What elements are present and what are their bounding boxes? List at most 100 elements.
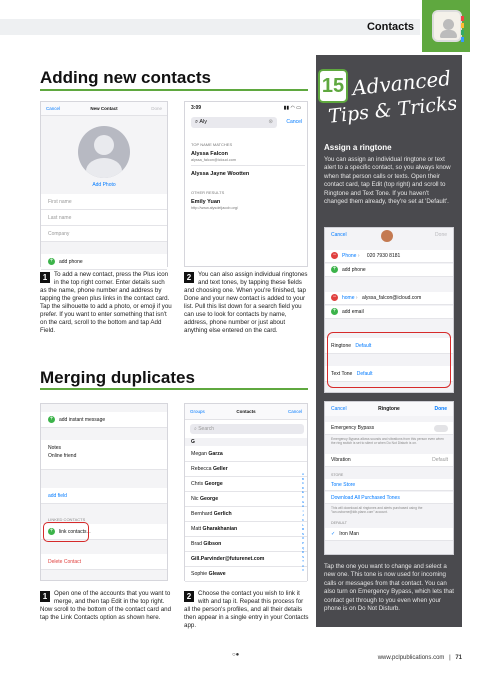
contact-row[interactable]: Matt Gharakhanian <box>185 522 307 537</box>
page-dots: ○● <box>232 652 240 658</box>
contact-last-name: George <box>199 496 219 502</box>
contact-avatar <box>381 230 393 242</box>
nav-bar: Cancel Ringtone Done <box>325 402 453 416</box>
footer-separator: | <box>449 655 451 661</box>
top-name-matches-label: TOP NAME MATCHES <box>191 142 233 147</box>
other1-sub: http://www.alysdeljacob.org/ <box>191 206 239 210</box>
step-number: 2 <box>184 272 194 283</box>
default-label: DEFAULT <box>331 521 347 525</box>
contact-row[interactable]: Brad Gibson <box>185 537 307 552</box>
contacts-list-screenshot: Groups Contacts Cancel ⌕ Search G Megan … <box>184 403 308 582</box>
tips-footer-text: Tap the one you want to change and selec… <box>324 563 455 613</box>
plus-icon: + <box>48 416 55 424</box>
search-screenshot: 3:09 ▮▮ ◠ ▭ ⌕ Aly ⊗ Cancel TOP NAME MATCH… <box>184 101 308 267</box>
contact-last-name: Garza <box>208 451 223 457</box>
avatar-silhouette-icon[interactable] <box>78 126 130 178</box>
contact-last-name: Gleave <box>208 571 226 577</box>
contact-row[interactable]: Megan Garza <box>185 447 307 462</box>
emergency-label: Emergency Bypass <box>331 425 375 431</box>
contact-row[interactable]: Chris George <box>185 477 307 492</box>
minus-icon: − <box>331 252 338 260</box>
contact-first-name: Bernhard <box>191 511 213 517</box>
step-text: Choose the contact you wish to link it w… <box>184 590 309 629</box>
contact-last-name: Gill.Parvinder@futurenet.com <box>191 556 265 562</box>
index-scrubber[interactable]: ABCDEFGHIJKLMNOPQRSTUV <box>301 472 305 573</box>
checkmark-icon: ✓ <box>331 531 336 537</box>
contact-row[interactable]: Rebecca Geller <box>185 462 307 477</box>
iron-man-row[interactable]: ✓ Iron Man <box>325 528 453 541</box>
section-title: Contacts <box>366 21 414 33</box>
plus-icon: + <box>331 308 338 316</box>
cancel-button[interactable]: Cancel <box>288 404 302 420</box>
search-cancel-button[interactable]: Cancel <box>286 117 302 128</box>
plus-icon: + <box>331 266 338 274</box>
first-name-field[interactable]: First name <box>41 194 167 210</box>
contact-last-name: George <box>204 481 223 487</box>
add-photo-link[interactable]: Add Photo <box>41 182 167 188</box>
email-row[interactable]: − home › alyssa_falcon@icloud.com <box>325 292 453 305</box>
add-email-label: add email <box>342 309 364 315</box>
match1-name[interactable]: Alyssa Falcon <box>191 151 228 157</box>
clear-icon[interactable]: ⊗ <box>268 117 273 128</box>
search-input[interactable]: ⌕ Search <box>190 424 304 434</box>
emergency-bypass-row[interactable]: Emergency Bypass <box>325 422 453 435</box>
highlight-ring <box>43 522 89 542</box>
contact-first-name: Chris <box>191 481 204 487</box>
tips-panel: 15 Advanced Tips & Tricks Assign a ringt… <box>316 55 462 627</box>
company-field[interactable]: Company <box>41 226 167 242</box>
notes-field[interactable]: Notes Online friend <box>41 440 167 470</box>
phone-row[interactable]: − Phone › 020 7930 8181 <box>325 250 453 263</box>
contact-first-name: Megan <box>191 451 207 457</box>
vibration-row[interactable]: Vibration Default <box>325 454 453 467</box>
contact-row[interactable]: Nic George <box>185 492 307 507</box>
contact-row[interactable]: Gill.Parvinder@futurenet.com <box>185 552 307 567</box>
vibration-value: Default <box>432 457 448 463</box>
search-input[interactable]: ⌕ Aly ⊗ <box>191 117 277 128</box>
section-header-g: G <box>185 438 307 446</box>
other1-name[interactable]: Emily Yuan <box>191 199 220 205</box>
done-button[interactable]: Done <box>151 102 162 116</box>
add-instant-message-row[interactable]: + add instant message <box>41 412 167 428</box>
footer: www.pclpublications.com | 71 <box>378 655 462 661</box>
done-button[interactable]: Done <box>435 402 448 416</box>
page-header: Contacts <box>0 0 480 55</box>
contact-last-name: Gerlich <box>213 511 232 517</box>
add-instant-message-label: add instant message <box>59 417 106 423</box>
other-results-label: OTHER RESULTS <box>191 190 225 195</box>
download-all-link[interactable]: Download All Purchased Tones <box>325 492 453 504</box>
add-phone-row[interactable]: + add phone <box>41 254 167 270</box>
search-placeholder: Search <box>198 426 215 432</box>
done-button[interactable]: Done <box>435 228 447 242</box>
add-phone-row[interactable]: + add phone <box>325 264 453 277</box>
contact-first-name: Nic <box>191 496 199 502</box>
contact-first-name: Rebecca <box>191 466 212 472</box>
header-bar <box>0 19 420 35</box>
tips-heading: Assign a ringtone <box>324 143 392 152</box>
merging-step-1: 1 Open one of the accounts that you want … <box>40 590 172 622</box>
email-value: alyssa_falcon@icloud.com <box>361 295 422 301</box>
tone-store-link[interactable]: Tone Store <box>325 479 453 491</box>
vibration-label: Vibration <box>331 457 351 463</box>
add-field-row[interactable]: add field <box>41 488 167 504</box>
tip-number-badge: 15 <box>318 69 348 103</box>
last-name-field[interactable]: Last name <box>41 210 167 226</box>
new-contact-screenshot: Cancel New Contact Done Add Photo First … <box>40 101 168 270</box>
merging-title: Merging duplicates <box>40 368 195 387</box>
iron-man-label: Iron Man <box>339 531 359 537</box>
home-label: home <box>342 295 355 301</box>
notes-label: Notes <box>48 445 62 451</box>
contact-last-name: Gibson <box>203 541 222 547</box>
plus-icon: + <box>48 258 55 266</box>
add-email-row[interactable]: + add email <box>325 306 453 319</box>
contact-first-name: Matt <box>191 526 202 532</box>
emergency-toggle[interactable] <box>434 425 448 432</box>
match2-name[interactable]: Alyssa Jayne Wootten <box>191 171 249 177</box>
step-text: To add a new contact, press the Plus ico… <box>40 271 172 334</box>
nav-bar: Cancel New Contact Done <box>41 102 167 116</box>
adding-step-1: 1 To add a new contact, press the Plus ic… <box>40 271 172 335</box>
merging-step-2: 2 Choose the contact you wish to link it … <box>184 590 310 630</box>
contact-row[interactable]: Sophie Gleave <box>185 567 307 582</box>
contact-row[interactable]: Bernhard Gerlich <box>185 507 307 522</box>
delete-contact-button[interactable]: Delete Contact <box>41 554 167 570</box>
cancel-button[interactable]: Cancel <box>331 232 347 238</box>
